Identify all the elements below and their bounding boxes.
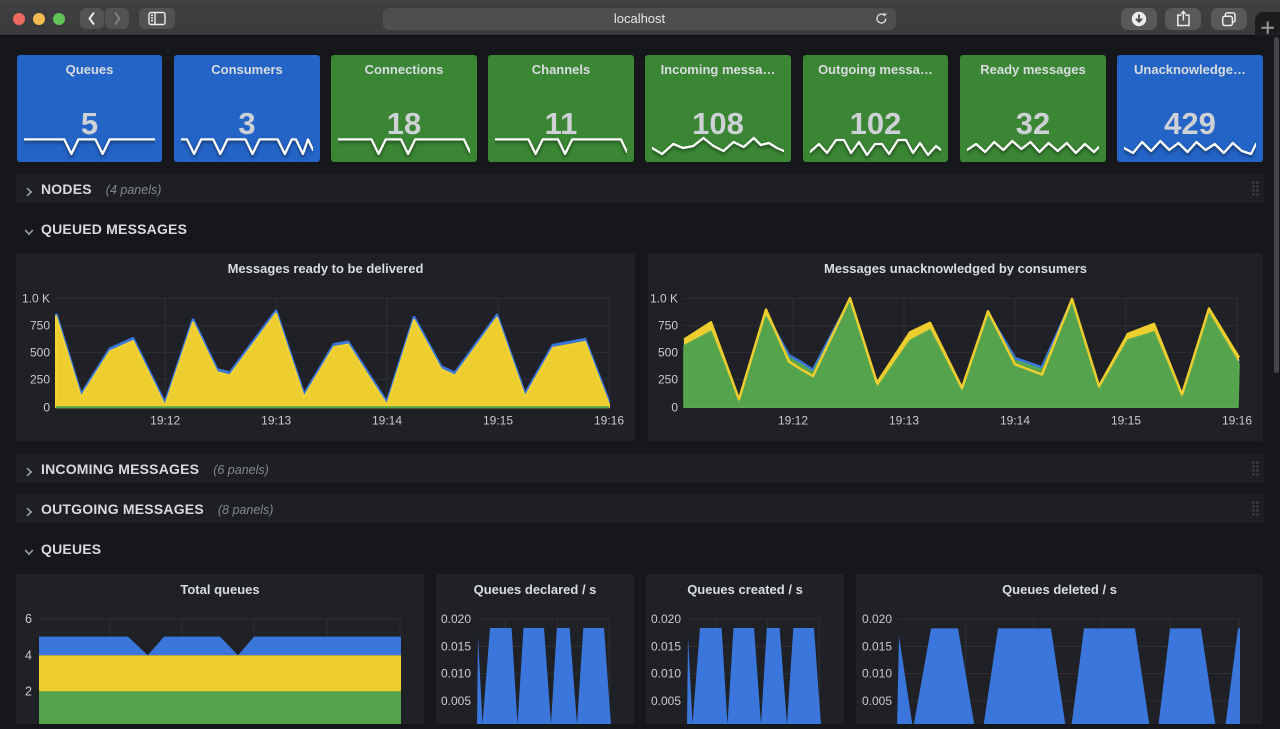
svg-text:19:12: 19:12: [778, 413, 808, 427]
svg-text:500: 500: [30, 345, 50, 359]
svg-text:19:12: 19:12: [150, 413, 180, 427]
svg-text:0.005: 0.005: [441, 694, 471, 708]
svg-text:750: 750: [658, 318, 678, 332]
svg-text:0.015: 0.015: [862, 639, 892, 653]
svg-text:19:14: 19:14: [1000, 413, 1030, 427]
svg-text:19:16: 19:16: [594, 413, 624, 427]
svg-text:750: 750: [30, 318, 50, 332]
svg-text:1.0 K: 1.0 K: [22, 291, 50, 305]
svg-text:4: 4: [25, 648, 32, 662]
svg-text:0: 0: [43, 400, 50, 414]
svg-text:0.005: 0.005: [651, 694, 681, 708]
svg-text:0.020: 0.020: [441, 612, 471, 626]
svg-text:250: 250: [658, 372, 678, 386]
svg-text:0.020: 0.020: [651, 612, 681, 626]
svg-text:19:15: 19:15: [483, 413, 513, 427]
svg-text:0.010: 0.010: [651, 667, 681, 681]
svg-text:19:16: 19:16: [1222, 413, 1252, 427]
svg-text:19:14: 19:14: [372, 413, 402, 427]
svg-text:0.005: 0.005: [862, 694, 892, 708]
svg-text:0.015: 0.015: [441, 639, 471, 653]
svg-text:19:13: 19:13: [261, 413, 291, 427]
svg-text:0: 0: [671, 400, 678, 414]
svg-text:6: 6: [25, 612, 32, 626]
svg-text:2: 2: [25, 684, 32, 698]
svg-text:19:13: 19:13: [889, 413, 919, 427]
svg-text:1.0 K: 1.0 K: [650, 291, 678, 305]
svg-text:0.010: 0.010: [862, 667, 892, 681]
svg-text:0.015: 0.015: [651, 639, 681, 653]
svg-text:250: 250: [30, 372, 50, 386]
svg-text:500: 500: [658, 345, 678, 359]
svg-text:19:15: 19:15: [1111, 413, 1141, 427]
svg-text:0.020: 0.020: [862, 612, 892, 626]
svg-text:0.010: 0.010: [441, 667, 471, 681]
